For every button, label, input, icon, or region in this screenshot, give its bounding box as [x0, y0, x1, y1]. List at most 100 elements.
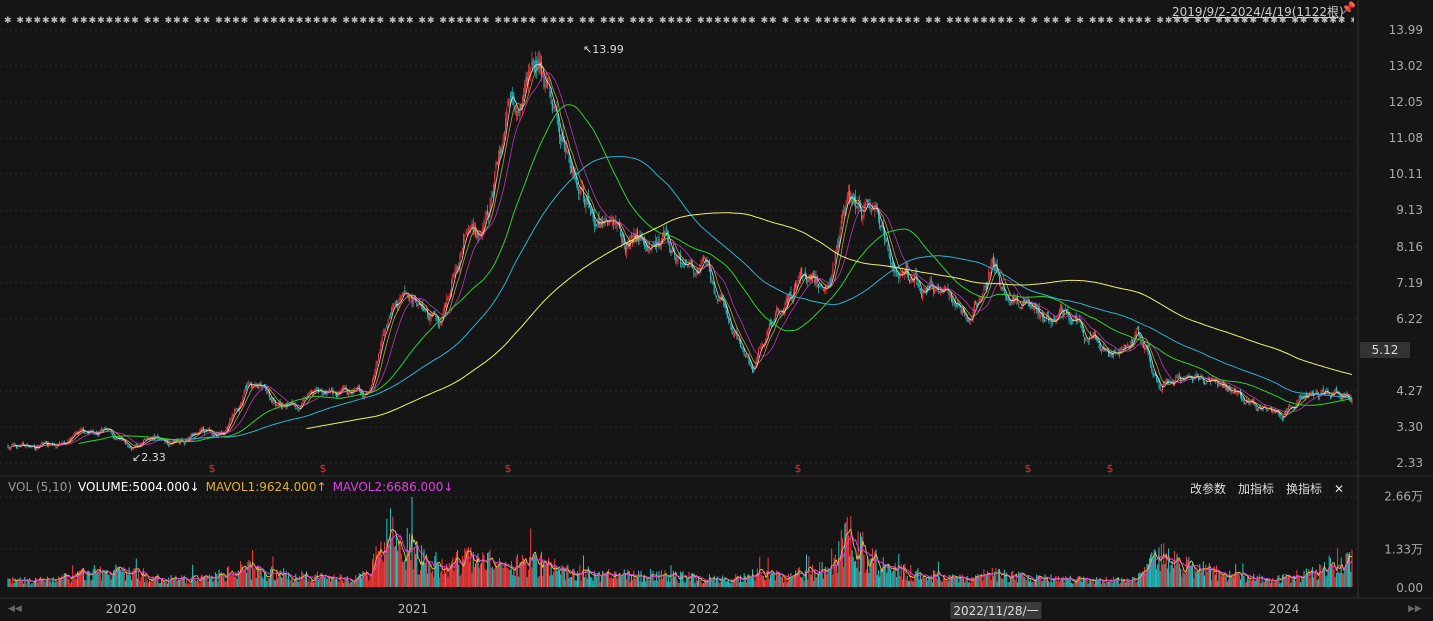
candle: [885, 233, 887, 244]
volume-bar: [114, 569, 116, 587]
candle: [1020, 306, 1022, 311]
volume-bar: [223, 575, 225, 587]
candle: [1115, 347, 1117, 356]
volume-bar: [1169, 572, 1171, 587]
volume-bar: [1011, 571, 1013, 587]
volume-bar: [1271, 580, 1273, 587]
candle: [1100, 348, 1102, 355]
candle: [797, 275, 799, 283]
volume-bar: [230, 575, 232, 587]
volume-bar: [876, 575, 878, 587]
volume-bar: [750, 576, 752, 587]
volume-bar: [1290, 582, 1292, 587]
volume-bar: [1128, 581, 1130, 587]
volume-bar: [300, 580, 302, 587]
candle: [478, 230, 480, 241]
volume-bar: [933, 570, 935, 587]
price-tick: 11.08: [1388, 131, 1423, 146]
volume-bar: [1126, 580, 1128, 587]
candle: [466, 228, 468, 235]
volume-bar: [1305, 568, 1307, 587]
scroll-right-icon[interactable]: ▶▶: [1408, 604, 1422, 614]
event-marker[interactable]: $: [209, 462, 216, 475]
x-tick: 2020: [105, 602, 137, 616]
candle: [1062, 308, 1064, 320]
volume-bar: [330, 581, 332, 587]
volume-bar: [639, 580, 641, 587]
candle: [56, 443, 58, 449]
event-marker[interactable]: $: [320, 462, 327, 475]
volume-bar: [297, 581, 299, 587]
event-marker[interactable]: $: [505, 462, 512, 475]
volume-bar: [1046, 577, 1048, 587]
volume-bar: [885, 564, 887, 587]
candle: [1048, 311, 1050, 324]
candle: [1044, 319, 1046, 322]
price-tick: 7.19: [1396, 275, 1423, 290]
volume-bar: [936, 578, 938, 587]
volume-bar: [967, 582, 969, 587]
volume-bar: [682, 571, 684, 587]
volume-bar: [394, 545, 396, 587]
volume-bar: [877, 570, 879, 587]
volume-bar: [1343, 573, 1345, 587]
volume-bar: [811, 565, 813, 587]
candle: [1195, 371, 1197, 378]
volume-bar: [822, 578, 824, 587]
volume-bar: [488, 552, 490, 587]
event-marker[interactable]: $: [1025, 462, 1032, 475]
volume-bar: [69, 582, 71, 587]
volume-bar: [1334, 577, 1336, 587]
volume-bar: [313, 582, 315, 587]
add-indicator-button[interactable]: 加指标: [1238, 482, 1274, 496]
candle: [1067, 306, 1069, 317]
volume-bar: [1036, 574, 1038, 587]
volume-bar: [368, 580, 370, 587]
volume-bar: [1253, 573, 1255, 587]
volume-bar: [853, 561, 855, 587]
volume-bar: [964, 582, 966, 587]
stock-chart[interactable]: [0, 0, 1433, 621]
volume-bar: [997, 569, 999, 587]
volume-bar: [1007, 582, 1009, 587]
volume-bar: [1340, 557, 1342, 587]
volume-bar: [410, 560, 412, 587]
volume-bar: [1301, 576, 1303, 587]
candle: [1151, 364, 1153, 374]
volume-bar: [832, 574, 834, 587]
volume-bar: [960, 577, 962, 587]
date-range-label[interactable]: 2019/9/2-2024/4/19(1122根): [1172, 3, 1344, 20]
volume-bar: [630, 575, 632, 587]
candle: [1087, 339, 1089, 346]
volume-bar: [463, 559, 465, 587]
volume-bar: [31, 583, 33, 587]
candle: [512, 86, 514, 106]
event-marker[interactable]: $: [795, 462, 802, 475]
candle: [1145, 345, 1147, 351]
volume-bar: [417, 574, 419, 587]
volume-bar: [545, 560, 547, 587]
volume-bar: [36, 578, 38, 587]
candle: [487, 205, 489, 218]
switch-indicator-button[interactable]: 换指标: [1286, 482, 1322, 496]
candle: [810, 273, 812, 282]
volume-bar: [688, 571, 690, 587]
edit-params-button[interactable]: 改参数: [1190, 482, 1226, 496]
volume-bar: [339, 574, 341, 587]
volume-bar: [62, 579, 64, 587]
candle: [536, 56, 538, 79]
volume-bar: [1081, 582, 1083, 587]
candle: [389, 312, 391, 318]
event-marker[interactable]: $: [1107, 462, 1114, 475]
pin-icon[interactable]: 📌: [1341, 1, 1356, 15]
volume-bar: [1168, 548, 1170, 587]
volume-bar: [515, 556, 517, 587]
volume-bar: [542, 575, 544, 587]
volume-bar: [250, 579, 252, 587]
volume-bar: [768, 578, 770, 587]
volume-bar: [816, 576, 818, 587]
scroll-left-icon[interactable]: ◀◀: [8, 604, 22, 614]
close-icon[interactable]: ✕: [1334, 482, 1344, 496]
volume-bar: [947, 580, 949, 587]
volume-bar: [907, 580, 909, 587]
